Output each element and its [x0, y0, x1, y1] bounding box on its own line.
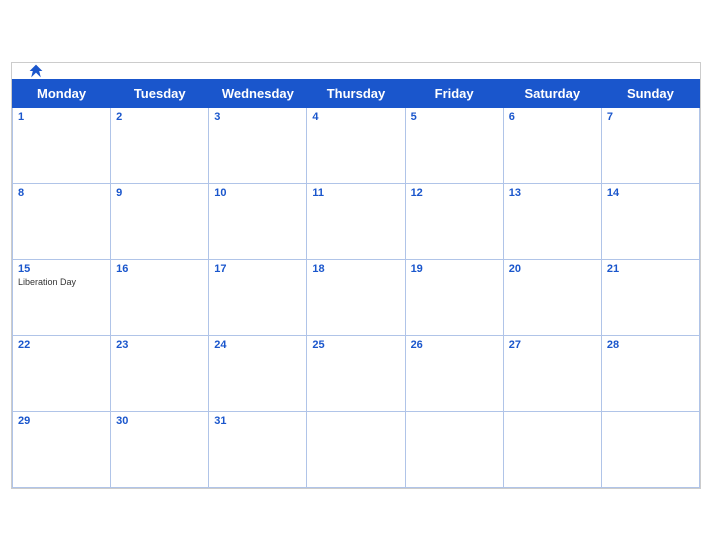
- calendar-day-cell: 31: [209, 411, 307, 487]
- calendar-day-cell: [405, 411, 503, 487]
- calendar-day-cell: 23: [111, 335, 209, 411]
- calendar-day-cell: 21: [601, 259, 699, 335]
- day-number: 1: [18, 111, 105, 123]
- calendar-day-cell: 4: [307, 107, 405, 183]
- holiday-label: Liberation Day: [18, 277, 105, 287]
- weekday-header-row: Monday Tuesday Wednesday Thursday Friday…: [13, 79, 700, 107]
- day-number: 30: [116, 415, 203, 427]
- calendar-day-cell: 24: [209, 335, 307, 411]
- calendar-day-cell: 16: [111, 259, 209, 335]
- calendar-day-cell: 3: [209, 107, 307, 183]
- day-number: 7: [607, 111, 694, 123]
- calendar-day-cell: 8: [13, 183, 111, 259]
- calendar-day-cell: [601, 411, 699, 487]
- calendar-day-cell: [307, 411, 405, 487]
- day-number: 16: [116, 263, 203, 275]
- day-number: 13: [509, 187, 596, 199]
- calendar-day-cell: 22: [13, 335, 111, 411]
- day-number: 11: [312, 187, 399, 199]
- calendar-day-cell: 29: [13, 411, 111, 487]
- calendar-day-cell: 12: [405, 183, 503, 259]
- weekday-saturday: Saturday: [503, 79, 601, 107]
- day-number: 17: [214, 263, 301, 275]
- day-number: 28: [607, 339, 694, 351]
- day-number: 5: [411, 111, 498, 123]
- calendar-day-cell: 20: [503, 259, 601, 335]
- day-number: 12: [411, 187, 498, 199]
- calendar-day-cell: 27: [503, 335, 601, 411]
- day-number: 29: [18, 415, 105, 427]
- weekday-thursday: Thursday: [307, 79, 405, 107]
- calendar-day-cell: 1: [13, 107, 111, 183]
- logo: [28, 63, 46, 79]
- calendar-day-cell: 19: [405, 259, 503, 335]
- day-number: 2: [116, 111, 203, 123]
- day-number: 27: [509, 339, 596, 351]
- calendar-day-cell: 2: [111, 107, 209, 183]
- calendar-week-row: 89 10 11 12 13 14: [13, 183, 700, 259]
- day-number: 23: [116, 339, 203, 351]
- calendar-table: Monday Tuesday Wednesday Thursday Friday…: [12, 79, 700, 488]
- calendar-week-row: 1234567: [13, 107, 700, 183]
- weekday-wednesday: Wednesday: [209, 79, 307, 107]
- weekday-friday: Friday: [405, 79, 503, 107]
- weekday-sunday: Sunday: [601, 79, 699, 107]
- calendar-day-cell: 7: [601, 107, 699, 183]
- calendar-day-cell: 9: [111, 183, 209, 259]
- calendar-week-row: 29 30 31: [13, 411, 700, 487]
- day-number: 18: [312, 263, 399, 275]
- calendar-day-cell: 28: [601, 335, 699, 411]
- weekday-tuesday: Tuesday: [111, 79, 209, 107]
- day-number: 26: [411, 339, 498, 351]
- calendar-day-cell: 17: [209, 259, 307, 335]
- calendar-day-cell: 15 Liberation Day: [13, 259, 111, 335]
- day-number: 6: [509, 111, 596, 123]
- calendar-day-cell: 10: [209, 183, 307, 259]
- day-number: 14: [607, 187, 694, 199]
- calendar-week-row: 22 23 24 25 26 27 28: [13, 335, 700, 411]
- calendar-day-cell: 30: [111, 411, 209, 487]
- logo-blue-container: [28, 63, 46, 79]
- day-number: 22: [18, 339, 105, 351]
- day-number: 25: [312, 339, 399, 351]
- day-number: 24: [214, 339, 301, 351]
- calendar-week-row: 15 Liberation Day 16 17 18 19 20 21: [13, 259, 700, 335]
- calendar-day-cell: 11: [307, 183, 405, 259]
- calendar-body: 123456789101112131415Liberation Day16171…: [13, 107, 700, 487]
- calendar-day-cell: [503, 411, 601, 487]
- weekday-monday: Monday: [13, 79, 111, 107]
- day-number: 21: [607, 263, 694, 275]
- calendar-day-cell: 5: [405, 107, 503, 183]
- calendar-header: [12, 63, 700, 79]
- day-number: 9: [116, 187, 203, 199]
- day-number: 19: [411, 263, 498, 275]
- day-number: 8: [18, 187, 105, 199]
- calendar-day-cell: 6: [503, 107, 601, 183]
- calendar-day-cell: 18: [307, 259, 405, 335]
- calendar-day-cell: 13: [503, 183, 601, 259]
- calendar: Monday Tuesday Wednesday Thursday Friday…: [11, 62, 701, 489]
- calendar-thead: Monday Tuesday Wednesday Thursday Friday…: [13, 79, 700, 107]
- logo-bird-icon: [28, 63, 44, 79]
- day-number: 4: [312, 111, 399, 123]
- day-number: 3: [214, 111, 301, 123]
- day-number: 31: [214, 415, 301, 427]
- calendar-day-cell: 26: [405, 335, 503, 411]
- calendar-day-cell: 14: [601, 183, 699, 259]
- calendar-day-cell: 25: [307, 335, 405, 411]
- day-number: 20: [509, 263, 596, 275]
- day-number: 15: [18, 263, 105, 275]
- day-number: 10: [214, 187, 301, 199]
